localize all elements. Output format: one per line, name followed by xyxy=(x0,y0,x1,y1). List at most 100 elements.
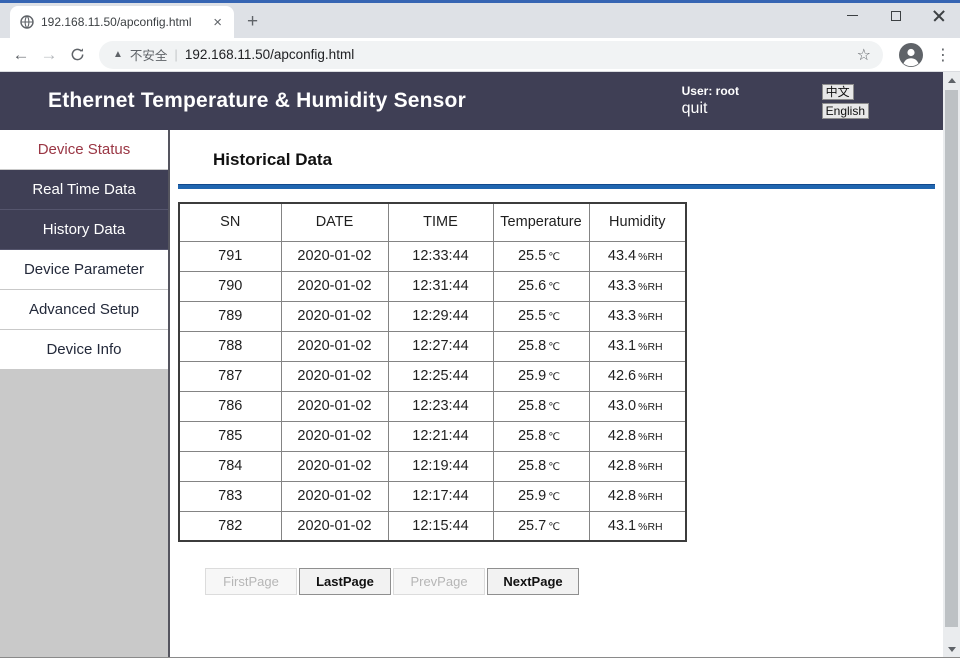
sidebar-item-history-data[interactable]: History Data xyxy=(0,210,168,250)
browser-menu-icon[interactable]: ⋮ xyxy=(933,45,953,65)
cell-humidity: 43.3 %RH xyxy=(588,300,687,332)
cell-humidity: 42.6 %RH xyxy=(588,360,687,392)
col-header-temperature: Temperature xyxy=(492,202,590,242)
site-body: Device Status Real Time Data History Dat… xyxy=(0,130,943,657)
col-header-time: TIME xyxy=(387,202,494,242)
address-divider: | xyxy=(174,47,178,62)
profile-avatar[interactable] xyxy=(899,42,923,67)
next-page-button[interactable]: NextPage xyxy=(487,568,579,595)
scroll-down-icon xyxy=(947,646,956,652)
back-button[interactable]: ← xyxy=(7,41,35,69)
humidity-unit: %RH xyxy=(638,311,663,323)
sidebar-item-advanced-setup[interactable]: Advanced Setup xyxy=(0,290,168,330)
cell-sn: 786 xyxy=(178,390,282,422)
url-text[interactable]: 192.168.11.50/apconfig.html xyxy=(185,47,850,62)
humidity-unit: %RH xyxy=(638,431,663,443)
cell-humidity: 43.0 %RH xyxy=(588,390,687,422)
cell-temperature: 25.9 ℃ xyxy=(492,360,590,392)
sidebar-item-device-parameter[interactable]: Device Parameter xyxy=(0,250,168,290)
site-header: Ethernet Temperature & Humidity Sensor U… xyxy=(0,72,943,130)
address-bar[interactable]: ▲ 不安全 | 192.168.11.50/apconfig.html ☆ xyxy=(99,40,883,69)
reload-button[interactable] xyxy=(63,41,91,69)
cell-sn: 791 xyxy=(178,240,282,272)
temp-unit: ℃ xyxy=(548,341,561,353)
table-row: 789 2020-01-02 12:29:44 25.5 ℃ 43.3 %RH xyxy=(178,300,687,332)
cell-temperature: 25.8 ℃ xyxy=(492,420,590,452)
back-arrow-icon: ← xyxy=(12,44,30,64)
humidity-unit: %RH xyxy=(638,281,663,293)
sidebar-nav: Device Status Real Time Data History Dat… xyxy=(0,130,170,657)
sidebar-filler xyxy=(0,370,168,657)
new-tab-button[interactable]: + xyxy=(247,11,258,33)
cell-temperature: 25.6 ℃ xyxy=(492,270,590,302)
maximize-button[interactable] xyxy=(874,0,917,31)
cell-time: 12:27:44 xyxy=(387,330,494,362)
forward-button[interactable]: → xyxy=(35,41,63,69)
cell-temperature: 25.8 ℃ xyxy=(492,450,590,482)
table-header-row: SN DATE TIME Temperature Humidity xyxy=(178,202,687,242)
tab-title: 192.168.11.50/apconfig.html xyxy=(41,15,192,29)
vertical-scrollbar[interactable] xyxy=(943,72,960,657)
web-page: Ethernet Temperature & Humidity Sensor U… xyxy=(0,72,943,657)
cell-time: 12:21:44 xyxy=(387,420,494,452)
temp-unit: ℃ xyxy=(548,461,561,473)
cell-temperature: 25.8 ℃ xyxy=(492,330,590,362)
sidebar-item-device-info[interactable]: Device Info xyxy=(0,330,168,370)
cell-temperature: 25.8 ℃ xyxy=(492,390,590,422)
sidebar-item-real-time-data[interactable]: Real Time Data xyxy=(0,170,168,210)
table-row: 790 2020-01-02 12:31:44 25.6 ℃ 43.3 %RH xyxy=(178,270,687,302)
scroll-up-button[interactable] xyxy=(943,72,960,88)
lang-english-button[interactable]: English xyxy=(821,102,869,119)
cell-sn: 788 xyxy=(178,330,282,362)
minimize-button[interactable] xyxy=(831,0,874,31)
scroll-down-button[interactable] xyxy=(943,641,960,657)
cell-date: 2020-01-02 xyxy=(280,330,389,362)
close-icon xyxy=(933,10,945,22)
humidity-unit: %RH xyxy=(638,341,663,353)
close-window-button[interactable] xyxy=(917,0,960,31)
tab-close-icon[interactable]: × xyxy=(211,15,224,30)
scrollbar-thumb[interactable] xyxy=(945,90,958,627)
main-content: Historical Data SN DATE TIME Temperature… xyxy=(170,130,943,657)
quit-link[interactable]: quit xyxy=(682,100,822,118)
sidebar-item-device-status[interactable]: Device Status xyxy=(0,130,168,170)
forward-arrow-icon: → xyxy=(40,44,58,64)
cell-date: 2020-01-02 xyxy=(280,390,389,422)
page-viewport: Ethernet Temperature & Humidity Sensor U… xyxy=(0,72,960,657)
humidity-unit: %RH xyxy=(638,491,663,503)
temp-unit: ℃ xyxy=(548,431,561,443)
last-page-button[interactable]: LastPage xyxy=(299,568,391,595)
col-header-sn: SN xyxy=(178,202,282,242)
col-header-date: DATE xyxy=(280,202,389,242)
cell-time: 12:17:44 xyxy=(387,480,494,512)
reload-icon xyxy=(71,48,83,61)
cell-time: 12:31:44 xyxy=(387,270,494,302)
temp-unit: ℃ xyxy=(548,491,561,503)
cell-sn: 789 xyxy=(178,300,282,332)
browser-toolbar: ← → ▲ 不安全 | 192.168.11.50/apconfig.html … xyxy=(0,38,960,72)
humidity-unit: %RH xyxy=(638,401,663,413)
cell-humidity: 42.8 %RH xyxy=(588,420,687,452)
pagination: FirstPage LastPage PrevPage NextPage xyxy=(205,568,935,595)
browser-tab[interactable]: 192.168.11.50/apconfig.html × xyxy=(10,6,234,38)
cell-sn: 783 xyxy=(178,480,282,512)
table-row: 788 2020-01-02 12:27:44 25.8 ℃ 43.1 %RH xyxy=(178,330,687,362)
table-row: 784 2020-01-02 12:19:44 25.8 ℃ 42.8 %RH xyxy=(178,450,687,482)
cell-sn: 787 xyxy=(178,360,282,392)
window-controls xyxy=(831,0,960,31)
temp-unit: ℃ xyxy=(548,371,561,383)
lang-chinese-button[interactable]: 中文 xyxy=(821,83,854,100)
cell-sn: 784 xyxy=(178,450,282,482)
humidity-unit: %RH xyxy=(638,371,663,383)
table-row: 791 2020-01-02 12:33:44 25.5 ℃ 43.4 %RH xyxy=(178,240,687,272)
humidity-unit: %RH xyxy=(638,251,663,263)
cell-date: 2020-01-02 xyxy=(280,360,389,392)
temp-unit: ℃ xyxy=(548,281,561,293)
cell-sn: 790 xyxy=(178,270,282,302)
table-row: 785 2020-01-02 12:21:44 25.8 ℃ 42.8 %RH xyxy=(178,420,687,452)
table-row: 787 2020-01-02 12:25:44 25.9 ℃ 42.6 %RH xyxy=(178,360,687,392)
heading-rule xyxy=(178,184,935,189)
security-label[interactable]: 不安全 xyxy=(130,45,168,64)
table-row: 783 2020-01-02 12:17:44 25.9 ℃ 42.8 %RH xyxy=(178,480,687,512)
bookmark-star-icon[interactable]: ☆ xyxy=(857,45,873,65)
